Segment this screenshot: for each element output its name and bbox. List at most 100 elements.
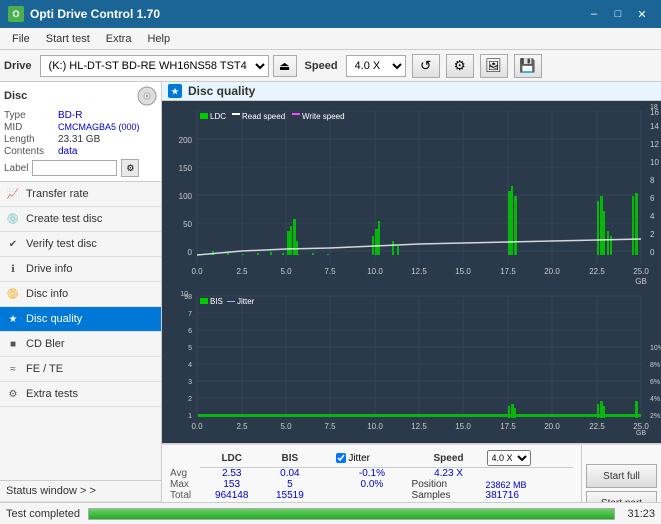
svg-text:0.0: 0.0 [191, 267, 203, 276]
drive-toolbar: Drive (K:) HL-DT-ST BD-RE WH16NS58 TST4 … [0, 50, 661, 82]
disc-label-button[interactable]: ⚙ [121, 159, 139, 177]
drive-info-icon: ℹ [6, 262, 20, 276]
eject-button[interactable]: ⏏ [273, 55, 297, 77]
stats-area: LDC BIS Jitter Speed [162, 444, 661, 502]
disc-label-input[interactable] [32, 160, 117, 176]
sidebar-item-label: Verify test disc [26, 238, 97, 250]
status-time: 31:23 [627, 508, 655, 520]
svg-text:5.0: 5.0 [280, 267, 292, 276]
sidebar-item-extra-tests[interactable]: ⚙ Extra tests [0, 382, 161, 407]
drive-select[interactable]: (K:) HL-DT-ST BD-RE WH16NS58 TST4 [40, 55, 269, 77]
disc-icon [137, 86, 157, 106]
menu-help[interactable]: Help [139, 31, 178, 47]
speed-col-header: Speed [412, 449, 486, 468]
svg-text:4: 4 [650, 212, 655, 221]
svg-text:5.0: 5.0 [280, 422, 292, 431]
max-label: Max [170, 479, 200, 490]
sidebar-item-fe-te[interactable]: ≈ FE / TE [0, 357, 161, 382]
svg-text:GB: GB [635, 277, 647, 286]
disc-type-label: Type [4, 110, 56, 121]
sidebar-item-label: Drive info [26, 263, 72, 275]
menu-extra[interactable]: Extra [98, 31, 140, 47]
disc-quality-icon: ★ [6, 312, 20, 326]
svg-text:200: 200 [179, 136, 193, 145]
disc-mid-label: MID [4, 122, 56, 133]
sidebar-item-label: Disc quality [26, 313, 82, 325]
speed-label: Speed [305, 60, 338, 72]
sidebar-item-drive-info[interactable]: ℹ Drive info [0, 257, 161, 282]
svg-text:1: 1 [188, 413, 192, 420]
svg-text:Jitter: Jitter [237, 297, 255, 306]
avg-label: Avg [170, 468, 200, 480]
disc-length-row: Length 23.31 GB [4, 134, 157, 145]
avg-bis: 0.04 [263, 468, 316, 480]
disc-info-icon: 📀 [6, 287, 20, 301]
position-value: 23862 MB [486, 479, 573, 490]
svg-text:3: 3 [188, 379, 192, 386]
disc-contents-label: Contents [4, 146, 56, 157]
refresh-button[interactable]: ↺ [412, 54, 440, 78]
extra-button[interactable]: 🖼 [480, 54, 508, 78]
status-window-label: Status window > > [6, 485, 96, 497]
save-button[interactable]: 💾 [514, 54, 542, 78]
disc-contents-value: data [58, 146, 77, 157]
sidebar-item-verify-test-disc[interactable]: ✔ Verify test disc [0, 232, 161, 257]
total-label: Total [170, 490, 200, 501]
svg-text:8%: 8% [650, 362, 660, 369]
sidebar-item-disc-quality[interactable]: ★ Disc quality [0, 307, 161, 332]
svg-text:10%: 10% [650, 345, 661, 352]
svg-text:4: 4 [188, 362, 192, 369]
maximize-button[interactable]: □ [607, 5, 629, 23]
close-button[interactable]: ✕ [631, 5, 653, 23]
svg-text:BIS: BIS [210, 297, 223, 306]
settings-button[interactable]: ⚙ [446, 54, 474, 78]
start-part-button[interactable]: Start part [586, 491, 657, 502]
disc-panel-title: Disc [4, 90, 27, 102]
svg-text:0: 0 [188, 248, 193, 257]
status-text: Test completed [6, 508, 80, 520]
status-window-button[interactable]: Status window > > [0, 481, 161, 502]
title-bar-controls: – □ ✕ [583, 5, 653, 23]
progress-bar-fill [89, 509, 614, 519]
cd-bler-icon: ■ [6, 337, 20, 351]
charts-area: 0 50 100 150 200 0 2 4 6 8 10 12 14 16 [162, 101, 661, 502]
svg-text:10.0: 10.0 [367, 422, 383, 431]
avg-jitter: -0.1% [332, 468, 411, 480]
ldc-header: LDC [200, 449, 263, 468]
svg-text:0: 0 [650, 248, 655, 257]
disc-label-row: Label ⚙ [4, 159, 157, 177]
transfer-rate-icon: 📈 [6, 187, 20, 201]
progress-bar [88, 508, 615, 520]
max-jitter: 0.0% [332, 479, 411, 490]
sidebar-bottom: Status window > > [0, 480, 161, 502]
jitter-speed-select[interactable]: 4.0 X [487, 450, 531, 466]
svg-text:15.0: 15.0 [455, 267, 471, 276]
svg-text:12.5: 12.5 [411, 422, 427, 431]
svg-text:Read speed: Read speed [242, 112, 285, 121]
fe-te-icon: ≈ [6, 362, 20, 376]
sidebar-item-cd-bler[interactable]: ■ CD Bler [0, 332, 161, 357]
sidebar-item-transfer-rate[interactable]: 📈 Transfer rate [0, 182, 161, 207]
disc-mid-row: MID CMCMAGBA5 (000) [4, 122, 157, 133]
svg-text:100: 100 [179, 192, 193, 201]
svg-text:0.0: 0.0 [191, 422, 203, 431]
app-icon: O [8, 6, 24, 22]
sidebar-item-label: Disc info [26, 288, 68, 300]
minimize-button[interactable]: – [583, 5, 605, 23]
jitter-checkbox[interactable] [336, 453, 346, 463]
speed-select[interactable]: 4.0 X [346, 55, 406, 77]
sidebar-item-disc-info[interactable]: 📀 Disc info [0, 282, 161, 307]
menu-start-test[interactable]: Start test [38, 31, 98, 47]
chart1-container: 0 50 100 150 200 0 2 4 6 8 10 12 14 16 [162, 101, 661, 286]
svg-text:LDC: LDC [210, 112, 226, 121]
disc-mid-value: CMCMAGBA5 (000) [58, 122, 140, 133]
disc-quality-title: Disc quality [188, 84, 255, 98]
svg-text:7.5: 7.5 [324, 267, 336, 276]
svg-text:22.5: 22.5 [589, 267, 605, 276]
menu-file[interactable]: File [4, 31, 38, 47]
sidebar-item-create-test-disc[interactable]: 💿 Create test disc [0, 207, 161, 232]
svg-text:17.5: 17.5 [500, 267, 516, 276]
start-full-button[interactable]: Start full [586, 464, 657, 488]
start-buttons: Start full Start part [581, 445, 661, 502]
svg-text:12: 12 [650, 140, 659, 149]
